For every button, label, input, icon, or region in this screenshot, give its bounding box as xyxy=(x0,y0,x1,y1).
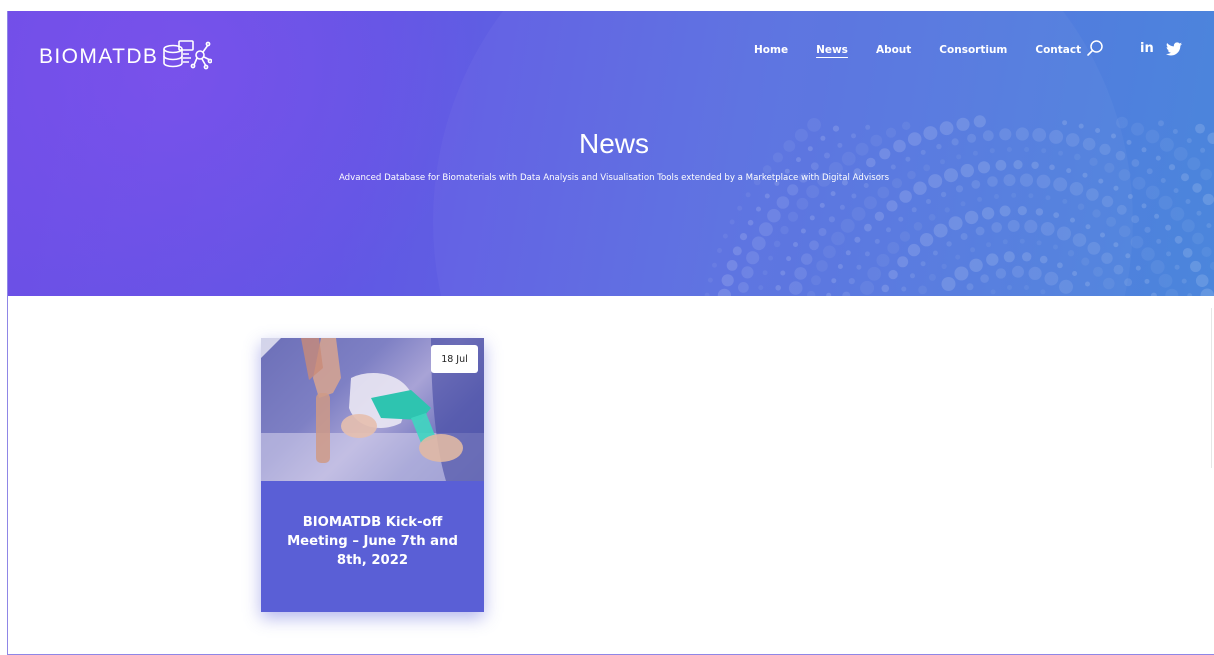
knee-model-photo[interactable]: 18 Jul xyxy=(261,338,484,481)
logo-text: BIOMATDB xyxy=(39,45,159,68)
page-title: News xyxy=(578,128,649,159)
nav-contact[interactable]: Contact xyxy=(1035,44,1081,56)
main-nav: Home News About Consortium Contact xyxy=(754,44,1109,56)
page-frame: BIOMATDB Home News About Consortium Cont… xyxy=(7,11,1214,655)
nav-about[interactable]: About xyxy=(876,44,911,56)
twitter-icon[interactable] xyxy=(1166,42,1182,56)
site-logo[interactable]: BIOMATDB xyxy=(39,39,213,75)
database-network-icon xyxy=(163,40,213,70)
search-icon[interactable] xyxy=(1086,39,1104,57)
nav-news[interactable]: News xyxy=(816,44,848,56)
page-subtitle: Advanced Database for Biomaterials with … xyxy=(338,173,890,183)
nav-home[interactable]: Home xyxy=(754,44,788,56)
news-card-title[interactable]: BIOMATDB Kick-off Meeting – June 7th and… xyxy=(277,513,468,570)
news-card[interactable]: 18 Jul BIOMATDB Kick-off Meeting – June … xyxy=(261,338,484,612)
date-badge: 18 Jul xyxy=(431,345,478,373)
nav-consortium[interactable]: Consortium xyxy=(939,44,1007,56)
hero-banner: BIOMATDB Home News About Consortium Cont… xyxy=(8,11,1214,296)
linkedin-icon[interactable]: in xyxy=(1140,41,1154,56)
